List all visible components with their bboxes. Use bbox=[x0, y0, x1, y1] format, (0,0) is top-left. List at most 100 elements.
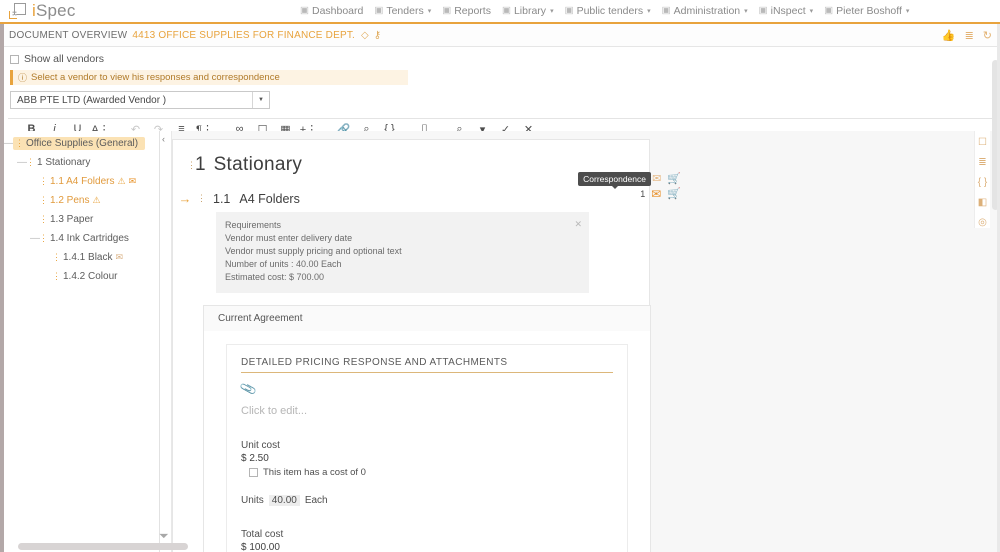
resize-handle-icon[interactable]: ◢ bbox=[159, 528, 170, 539]
close-icon[interactable]: ✕ bbox=[574, 218, 582, 231]
nav-item-dashboard[interactable]: ▣ Dashboard bbox=[300, 5, 363, 17]
vendor-select-value: ABB PTE LTD (Awarded Vendor ) bbox=[17, 94, 167, 106]
current-item-pointer-icon: → bbox=[178, 191, 192, 206]
tree-grip-icon[interactable]: ⋮ bbox=[15, 138, 24, 149]
tree-item-label: 1.4 Ink Cartridges bbox=[50, 233, 129, 244]
cart-outline-icon[interactable]: 🛒 bbox=[667, 172, 681, 185]
requirements-line-2: Number of units : 40.00 Each bbox=[225, 259, 342, 270]
mail-envelope-outline-icon[interactable]: ✉ bbox=[652, 172, 661, 185]
lock-icon[interactable]: ⚷ bbox=[374, 30, 381, 41]
tree-grip-icon[interactable]: ⋮ bbox=[39, 214, 48, 225]
filter-icon[interactable]: ≣ bbox=[965, 29, 974, 42]
thumbs-up-icon[interactable]: 👍 bbox=[942, 29, 956, 42]
content-area: — ⋮ Office Supplies (General) — ⋮ 1 Stationar… bbox=[0, 131, 1000, 552]
unit-cost-value[interactable]: $ 2.50 bbox=[241, 453, 613, 464]
collapse-tree-icon[interactable]: ‹ bbox=[162, 134, 165, 144]
paperclip-icon[interactable]: 📎 bbox=[239, 380, 258, 398]
tree-grip-icon[interactable]: ⋮ bbox=[39, 176, 48, 187]
vendor-notice-text: Select a vendor to view his responses an… bbox=[31, 72, 280, 83]
vendor-select[interactable]: ABB PTE LTD (Awarded Vendor ) ▼ bbox=[10, 91, 270, 109]
nav-item-pieter-boshoff[interactable]: ▣ Pieter Boshoff ▾ bbox=[824, 5, 909, 17]
tree-grip-icon[interactable]: ⋮ bbox=[26, 157, 35, 168]
nav-item-tenders[interactable]: ▣ Tenders ▾ bbox=[374, 5, 431, 17]
nav-item-reports[interactable]: ▣ Reports bbox=[442, 5, 491, 17]
dashboard-icon: ▣ bbox=[300, 5, 309, 17]
chevron-down-icon[interactable]: ▾ bbox=[906, 7, 910, 15]
section-11-heading: → ⋮ 1.1 A4 Folders ✉ 🛒 Correspondence 1 … bbox=[173, 172, 681, 206]
attachments-panel-icon[interactable]: ◧ bbox=[978, 197, 987, 208]
unit-cost-label: Unit cost bbox=[241, 440, 280, 452]
correspondence-row-count: 1 ✉ 🛒 bbox=[617, 186, 681, 201]
outline-panel-icon[interactable]: ≣ bbox=[978, 157, 986, 168]
tree-item-1-stationary[interactable]: — ⋮ 1 Stationary bbox=[0, 153, 159, 172]
tree-grip-icon[interactable]: ⋮ bbox=[39, 233, 48, 244]
chevron-down-icon[interactable]: ▼ bbox=[252, 92, 269, 108]
section-11-grip-icon[interactable]: ⋮ bbox=[197, 193, 206, 204]
chevron-down-icon[interactable]: ▾ bbox=[550, 7, 554, 15]
inspect-icon: ▣ bbox=[758, 5, 768, 17]
chevron-down-icon[interactable]: ▾ bbox=[428, 7, 432, 15]
zero-cost-row[interactable]: This item has a cost of 0 bbox=[241, 467, 613, 478]
notes-panel-icon[interactable]: ☐ bbox=[978, 137, 987, 148]
nav-item-label: Pieter Boshoff bbox=[836, 5, 902, 17]
units-uom: Each bbox=[304, 495, 328, 507]
pricing-heading: DETAILED PRICING RESPONSE AND ATTACHMENT… bbox=[241, 357, 613, 374]
mail-envelope-icon[interactable]: ✉ bbox=[129, 176, 137, 187]
tree-toggle-icon[interactable]: — bbox=[17, 157, 27, 168]
mail-envelope-icon[interactable]: ✉ bbox=[651, 187, 661, 201]
section-1-number: 1 bbox=[195, 154, 206, 175]
tree-grip-icon[interactable]: ⋮ bbox=[52, 271, 61, 282]
nav-item-public-tenders[interactable]: ▣ Public tenders ▾ bbox=[565, 5, 651, 17]
nav-item-label: Library bbox=[513, 5, 547, 17]
nav-item-administration[interactable]: ▣ Administration ▾ bbox=[662, 5, 748, 17]
tree-item-label: 1.4.1 Black bbox=[63, 252, 113, 263]
horizontal-scrollbar[interactable] bbox=[18, 543, 188, 550]
tree-toggle-icon[interactable]: — bbox=[4, 138, 14, 149]
reports-icon: ▣ bbox=[442, 5, 452, 17]
nav-item-inspect[interactable]: ▣ iNspect ▾ bbox=[759, 5, 814, 17]
tree-item-1-2-pens[interactable]: ⋮ 1.2 Pens ⚠ bbox=[0, 191, 159, 210]
left-window-edge bbox=[0, 24, 4, 552]
total-cost-label: Total cost bbox=[241, 529, 284, 541]
refresh-icon[interactable]: ↻ bbox=[983, 29, 992, 42]
document-title[interactable]: 4413 OFFICE SUPPLIES FOR FINANCE DEPT. bbox=[132, 30, 355, 41]
ispec-app: iSpec ▣ Dashboard ▣ Tenders ▾ ▣ Reports ▣ Librar… bbox=[0, 0, 1000, 552]
chevron-down-icon[interactable]: ▾ bbox=[744, 7, 748, 15]
tree-item-office-supplies-general-[interactable]: — ⋮ Office Supplies (General) bbox=[0, 134, 159, 153]
tree-splitter[interactable]: ‹ ◢ bbox=[159, 131, 172, 552]
mail-envelope-outline-icon[interactable]: ✉ bbox=[115, 252, 123, 263]
show-all-vendors-checkbox[interactable] bbox=[10, 54, 19, 64]
nav-item-label: Administration bbox=[673, 5, 741, 17]
nav-item-label: Tenders bbox=[386, 5, 424, 17]
nav-item-library[interactable]: ▣ Library ▾ bbox=[502, 5, 554, 17]
tree-item-1-4-2-colour[interactable]: ⋮ 1.4.2 Colour bbox=[0, 267, 159, 286]
tree-grip-icon[interactable]: ⋮ bbox=[52, 252, 61, 263]
tree-grip-icon[interactable]: ⋮ bbox=[39, 195, 48, 206]
section-11-number: 1.1 bbox=[213, 191, 231, 206]
click-to-edit-placeholder[interactable]: Click to edit... bbox=[241, 405, 613, 417]
chevron-down-icon[interactable]: ▾ bbox=[810, 7, 814, 15]
nav-item-label: Dashboard bbox=[311, 5, 364, 17]
chevron-down-icon[interactable]: ▾ bbox=[647, 7, 651, 15]
tag-icon[interactable]: ◇ bbox=[361, 30, 369, 41]
tree-item-1-3-paper[interactable]: ⋮ 1.3 Paper bbox=[0, 210, 159, 229]
tree-item-1-4-1-black[interactable]: ⋮ 1.4.1 Black ✉ bbox=[0, 248, 159, 267]
tree-item-selected: ⋮ Office Supplies (General) bbox=[13, 137, 146, 150]
cart-icon[interactable]: 🛒 bbox=[667, 187, 681, 200]
units-value[interactable]: 40.00 bbox=[268, 495, 300, 507]
brand[interactable]: iSpec bbox=[0, 1, 300, 21]
tree-item-1-1-a4-folders[interactable]: ⋮ 1.1 A4 Folders ⚠ ✉ bbox=[0, 172, 159, 191]
tree-toggle-icon[interactable]: — bbox=[30, 233, 40, 244]
show-all-vendors-row[interactable]: Show all vendors bbox=[10, 53, 1000, 65]
zero-cost-checkbox[interactable] bbox=[249, 468, 258, 478]
history-panel-icon[interactable]: ◎ bbox=[978, 217, 987, 228]
correspondence-count: 1 bbox=[640, 188, 646, 199]
code-panel-icon[interactable]: { } bbox=[978, 177, 987, 188]
document-badges: ◇ ⚷ bbox=[361, 30, 381, 41]
section-1-grip-icon[interactable]: ⋮ bbox=[187, 160, 196, 171]
document-canvas: ⋮ 1 Stationary → ⋮ 1.1 A4 Folders ✉ 🛒 Co… bbox=[172, 131, 1000, 552]
tree-item-label: Office Supplies (General) bbox=[26, 138, 139, 149]
tree-item-1-4-ink-cartridges[interactable]: — ⋮ 1.4 Ink Cartridges bbox=[0, 229, 159, 248]
tree-item-label: 1 Stationary bbox=[37, 157, 91, 168]
ispec-logo-icon bbox=[9, 3, 26, 19]
